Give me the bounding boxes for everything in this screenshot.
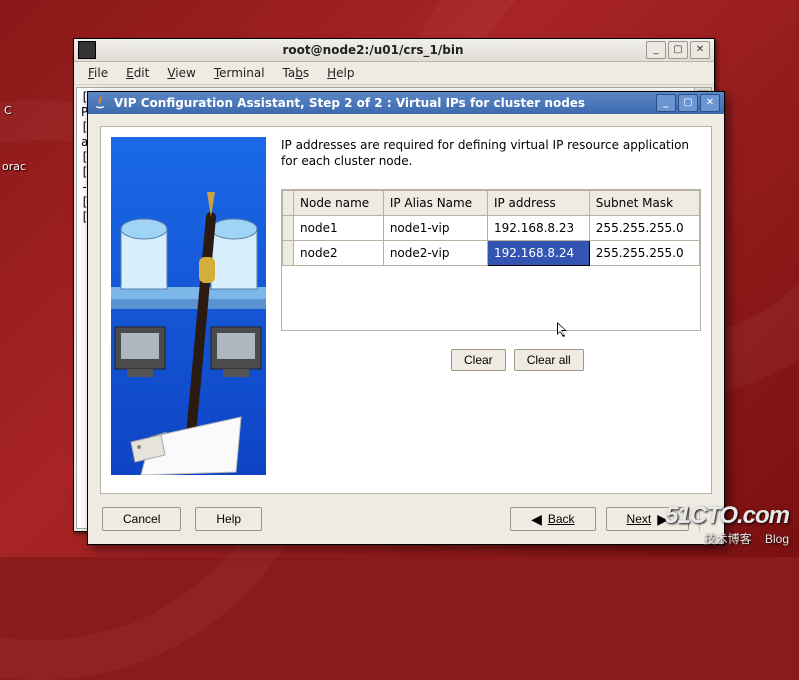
watermark-line1: 技术博客 xyxy=(704,532,752,546)
vipca-maximize-button[interactable]: ▢ xyxy=(678,94,698,112)
vipca-close-button[interactable]: ✕ xyxy=(700,94,720,112)
menu-file[interactable]: File xyxy=(80,64,116,82)
clear-button-row: Clear Clear all xyxy=(281,349,701,371)
terminal-close-button[interactable]: ✕ xyxy=(690,41,710,59)
vipca-minimize-button[interactable]: _ xyxy=(656,94,676,112)
cell-mask[interactable]: 255.255.255.0 xyxy=(589,241,699,266)
terminal-icon xyxy=(78,41,96,59)
terminal-menubar: File Edit View Terminal Tabs Help xyxy=(74,62,714,85)
cell-ip-selected[interactable]: 192.168.8.24 xyxy=(487,241,589,266)
vipca-titlebar[interactable]: VIP Configuration Assistant, Step 2 of 2… xyxy=(88,92,724,114)
row-header-blank xyxy=(283,191,294,216)
col-ip-alias[interactable]: IP Alias Name xyxy=(383,191,487,216)
java-icon xyxy=(92,95,108,111)
terminal-title: root@node2:/u01/crs_1/bin xyxy=(102,43,644,57)
cell-mask[interactable]: 255.255.255.0 xyxy=(589,216,699,241)
desktop-icon-oracle[interactable]: orac xyxy=(2,160,26,173)
watermark-line2: Blog xyxy=(765,532,789,546)
cell-alias[interactable]: node1-vip xyxy=(383,216,487,241)
cell-node[interactable]: node2 xyxy=(294,241,384,266)
menu-help[interactable]: Help xyxy=(319,64,362,82)
vipca-content: IP addresses are required for defining v… xyxy=(281,137,701,483)
cell-node[interactable]: node1 xyxy=(294,216,384,241)
cell-ip[interactable]: 192.168.8.23 xyxy=(487,216,589,241)
terminal-titlebar[interactable]: root@node2:/u01/crs_1/bin _ ▢ ✕ xyxy=(74,39,714,62)
vipca-instruction: IP addresses are required for defining v… xyxy=(281,137,701,169)
next-button-label: Next xyxy=(627,512,652,526)
menu-terminal[interactable]: Terminal xyxy=(206,64,273,82)
clear-button[interactable]: Clear xyxy=(451,349,506,371)
help-button[interactable]: Help xyxy=(195,507,262,531)
table-row[interactable]: node1 node1-vip 192.168.8.23 255.255.255… xyxy=(283,216,700,241)
table-header-row: Node name IP Alias Name IP address Subne… xyxy=(283,191,700,216)
vipca-title: VIP Configuration Assistant, Step 2 of 2… xyxy=(114,96,654,110)
vip-table: Node name IP Alias Name IP address Subne… xyxy=(282,190,700,266)
back-button-label: Back xyxy=(548,512,575,526)
cancel-button[interactable]: Cancel xyxy=(102,507,181,531)
row-header[interactable] xyxy=(283,241,294,266)
row-header[interactable] xyxy=(283,216,294,241)
watermark-logo: 51CTO.com xyxy=(665,502,789,530)
desktop-icon-computer[interactable]: C xyxy=(4,104,12,117)
menu-tabs[interactable]: Tabs xyxy=(275,64,318,82)
watermark: 51CTO.com 技术博客 Blog xyxy=(665,502,789,547)
chevron-left-icon: ◀ xyxy=(531,512,542,526)
menu-view[interactable]: View xyxy=(159,64,203,82)
clear-all-button[interactable]: Clear all xyxy=(514,349,584,371)
vipca-illustration xyxy=(111,137,266,475)
vipca-body: IP addresses are required for defining v… xyxy=(100,126,712,494)
vip-table-container[interactable]: Node name IP Alias Name IP address Subne… xyxy=(281,189,701,331)
terminal-maximize-button[interactable]: ▢ xyxy=(668,41,688,59)
col-ip-address[interactable]: IP address xyxy=(487,191,589,216)
cell-alias[interactable]: node2-vip xyxy=(383,241,487,266)
vipca-footer: Cancel Help ◀ Back Next ▶ xyxy=(102,504,710,534)
terminal-minimize-button[interactable]: _ xyxy=(646,41,666,59)
table-row[interactable]: node2 node2-vip 192.168.8.24 255.255.255… xyxy=(283,241,700,266)
col-node-name[interactable]: Node name xyxy=(294,191,384,216)
col-subnet-mask[interactable]: Subnet Mask xyxy=(589,191,699,216)
menu-edit[interactable]: Edit xyxy=(118,64,157,82)
vipca-dialog: VIP Configuration Assistant, Step 2 of 2… xyxy=(87,91,725,545)
back-button[interactable]: ◀ Back xyxy=(510,507,595,531)
